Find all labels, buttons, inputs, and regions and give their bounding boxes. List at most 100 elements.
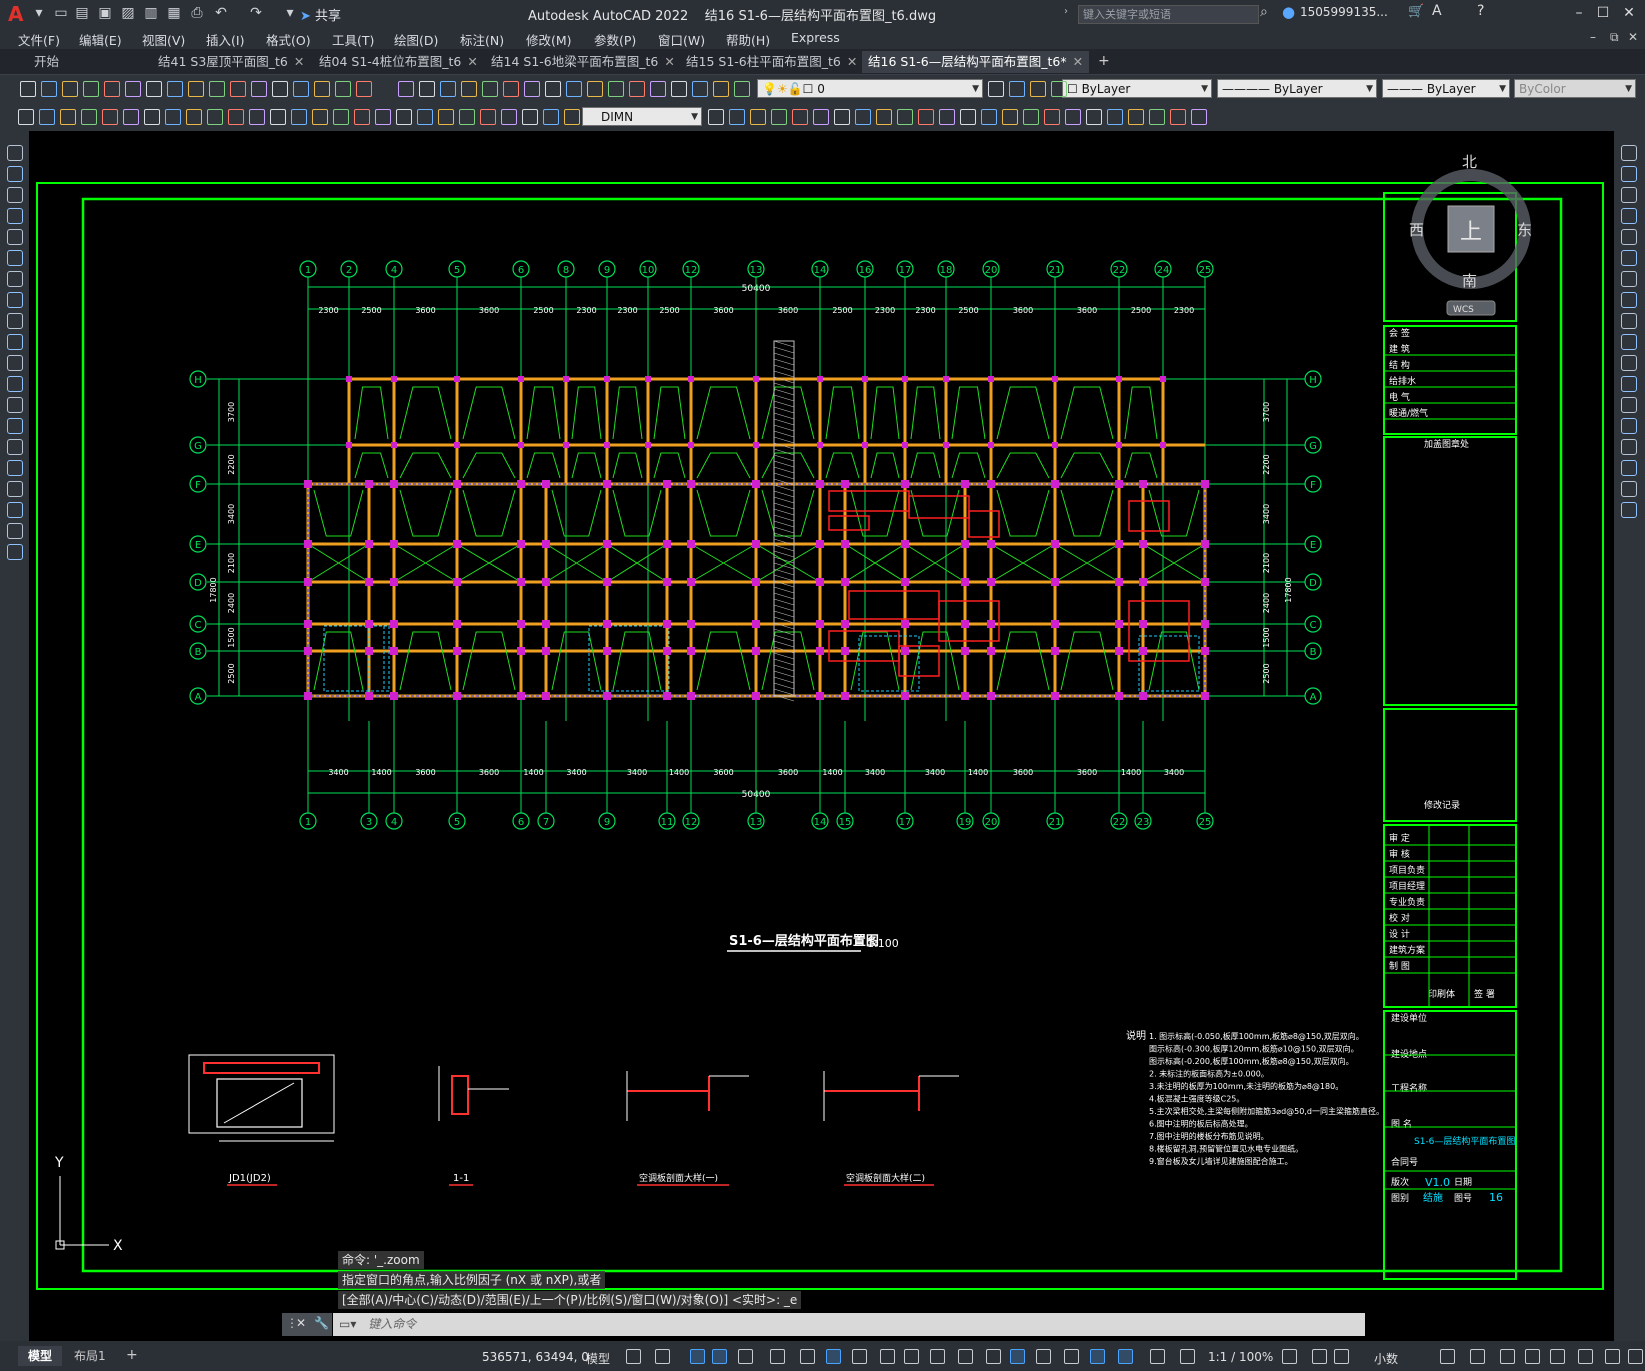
side-tool-icon[interactable]: [1621, 145, 1637, 161]
side-tool-icon[interactable]: [7, 292, 23, 308]
toolbar-tool-icon[interactable]: [834, 109, 850, 125]
close-icon[interactable]: ✕: [1073, 54, 1083, 69]
status-toggle-icon[interactable]: [958, 1349, 973, 1364]
toolbar-tool-icon[interactable]: [734, 81, 750, 97]
status-toggle-icon[interactable]: [626, 1349, 641, 1364]
cart-icon[interactable]: 🛒: [1408, 4, 1424, 19]
close-icon[interactable]: ✕: [296, 1316, 306, 1330]
menu-modify[interactable]: 修改(M): [526, 30, 572, 49]
toolbar-tool-icon[interactable]: [62, 81, 78, 97]
detail-ac-slab-2[interactable]: 空调板剖面大样(二): [823, 1071, 959, 1186]
status-toggle-icon[interactable]: [1150, 1349, 1165, 1364]
drawing-canvas[interactable]: 50400 2300 2500 3600 3600 2500 2300 2300 2500 360…: [29, 131, 1614, 1341]
side-tool-icon[interactable]: [7, 418, 23, 434]
toolbar-tool-icon[interactable]: [713, 81, 729, 97]
side-tool-icon[interactable]: [7, 166, 23, 182]
toolbar-tool-icon[interactable]: [461, 81, 477, 97]
toolbar-tool-icon[interactable]: [939, 109, 955, 125]
toolbar-tool-icon[interactable]: [1051, 81, 1067, 97]
toolbar-tool-icon[interactable]: [396, 109, 412, 125]
toolbar-tool-icon[interactable]: [293, 81, 309, 97]
tab-start[interactable]: 开始: [28, 51, 65, 73]
toolbar-tool-icon[interactable]: [186, 109, 202, 125]
toolbar-tool-icon[interactable]: [587, 81, 603, 97]
side-tool-icon[interactable]: [1621, 187, 1637, 203]
toolbar-tool-icon[interactable]: [354, 109, 370, 125]
save-icon[interactable]: ▣: [96, 4, 114, 22]
toolbar-tool-icon[interactable]: [813, 109, 829, 125]
side-tool-icon[interactable]: [1621, 418, 1637, 434]
status-toggle-icon[interactable]: [1470, 1349, 1485, 1364]
status-toggle-icon[interactable]: [738, 1349, 753, 1364]
status-toggle-icon[interactable]: [770, 1349, 785, 1364]
toolbar-tool-icon[interactable]: [291, 109, 307, 125]
status-toggle-icon[interactable]: [655, 1349, 670, 1364]
toolbar-tool-icon[interactable]: [855, 109, 871, 125]
toolbar-tool-icon[interactable]: [102, 109, 118, 125]
side-tool-icon[interactable]: [1621, 502, 1637, 518]
side-tool-icon[interactable]: [7, 355, 23, 371]
command-prompt-icon[interactable]: ▭▾: [339, 1317, 356, 1331]
side-tool-icon[interactable]: [7, 460, 23, 476]
doc-minimize-icon[interactable]: –: [1590, 30, 1596, 44]
menu-file[interactable]: 文件(F): [18, 30, 60, 49]
menu-view[interactable]: 视图(V): [142, 30, 185, 49]
tab-layout1[interactable]: 布局1: [64, 1346, 116, 1366]
dimstyle-combo[interactable]: DIMN ▼: [582, 107, 702, 126]
side-tool-icon[interactable]: [1621, 271, 1637, 287]
status-toggle-icon[interactable]: [1550, 1349, 1565, 1364]
toolbar-tool-icon[interactable]: [876, 109, 892, 125]
autocad-logo-icon[interactable]: A: [8, 2, 30, 26]
status-toggle-icon[interactable]: [1578, 1349, 1593, 1364]
coordinate-readout[interactable]: 536571, 63494, 0: [482, 1350, 589, 1364]
viewcube[interactable]: 上 北 南 西 东 WCS: [1405, 151, 1537, 319]
toolbar-tool-icon[interactable]: [503, 81, 519, 97]
save-as-icon[interactable]: ▨: [119, 4, 137, 22]
wcs-menu[interactable]: WCS: [1453, 305, 1474, 315]
tab-doc-04[interactable]: 结04 S1-4桩位布置图_t6 ✕: [313, 51, 484, 73]
toolbar-tool-icon[interactable]: [230, 81, 246, 97]
toolbar-tool-icon[interactable]: [60, 109, 76, 125]
viewcube-north[interactable]: 北: [1462, 153, 1477, 171]
viewcube-svg[interactable]: 上 北 南 西 东 WCS: [1405, 151, 1537, 319]
toolbar-tool-icon[interactable]: [81, 109, 97, 125]
units-setting[interactable]: 小数: [1374, 1350, 1398, 1367]
toolbar-tool-icon[interactable]: [270, 109, 286, 125]
doc-close-icon[interactable]: ✕: [1628, 30, 1638, 44]
menu-express[interactable]: Express: [791, 30, 840, 45]
toolbar-tool-icon[interactable]: [335, 81, 351, 97]
menu-draw[interactable]: 绘图(D): [394, 30, 438, 49]
user-name[interactable]: 1505999135...: [1300, 5, 1388, 19]
status-toggle-icon[interactable]: [1312, 1349, 1327, 1364]
status-toggle-icon[interactable]: [1090, 1349, 1105, 1364]
toolbar-tool-icon[interactable]: [771, 109, 787, 125]
menu-window[interactable]: 窗口(W): [658, 30, 705, 49]
menu-parametric[interactable]: 参数(P): [594, 30, 636, 49]
user-icon[interactable]: ●: [1282, 3, 1295, 21]
toolbar-tool-icon[interactable]: [419, 81, 435, 97]
side-tool-icon[interactable]: [1621, 460, 1637, 476]
side-tool-icon[interactable]: [7, 481, 23, 497]
toolbar-tool-icon[interactable]: [482, 81, 498, 97]
customize-wrench-icon[interactable]: 🔧: [314, 1316, 329, 1330]
help-icon[interactable]: ?: [1477, 3, 1484, 19]
toolbar-tool-icon[interactable]: [314, 81, 330, 97]
status-toggle-icon[interactable]: [1525, 1349, 1540, 1364]
toolbar-tool-icon[interactable]: [1086, 109, 1102, 125]
toolbar-tool-icon[interactable]: [333, 109, 349, 125]
toolbar-tool-icon[interactable]: [897, 109, 913, 125]
side-tool-icon[interactable]: [1621, 250, 1637, 266]
toolbar-tool-icon[interactable]: [1009, 81, 1025, 97]
detail-ac-slab-1[interactable]: 空调板剖面大样(一): [626, 1071, 749, 1186]
toolbar-tool-icon[interactable]: [356, 81, 372, 97]
toolbar-tool-icon[interactable]: [207, 109, 223, 125]
toolbar-tool-icon[interactable]: [417, 109, 433, 125]
toolbar-tool-icon[interactable]: [629, 81, 645, 97]
toolbar-tool-icon[interactable]: [125, 81, 141, 97]
color-combo[interactable]: ☐ ByLayer ▼: [1062, 79, 1212, 98]
menu-insert[interactable]: 插入(I): [206, 30, 244, 49]
toolbar-tool-icon[interactable]: [729, 109, 745, 125]
side-tool-icon[interactable]: [7, 334, 23, 350]
help-search-input[interactable]: 键入关键字或短语: [1078, 5, 1259, 24]
maximize-icon[interactable]: ☐: [1592, 3, 1614, 23]
